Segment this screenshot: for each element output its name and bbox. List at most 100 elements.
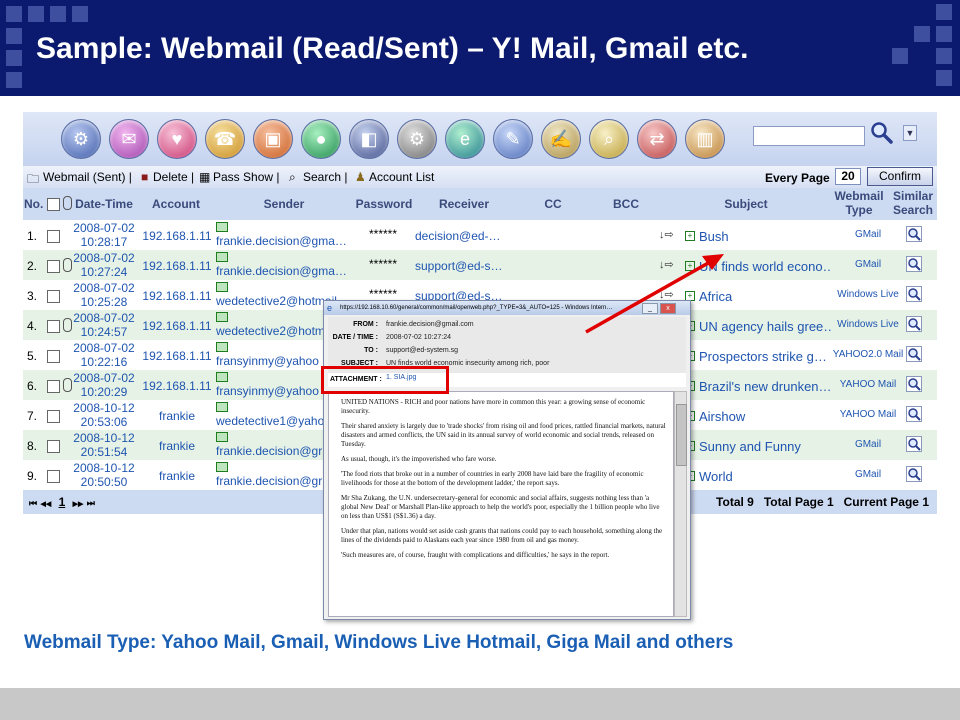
download-icon[interactable]: ↓⇨ — [659, 228, 674, 241]
row-subject[interactable]: UN agency hails gree… — [699, 319, 831, 334]
page-number-link[interactable]: 1 — [59, 495, 66, 509]
package-icon[interactable]: ▣ — [253, 119, 293, 159]
row-time: 10:28:17 — [80, 235, 128, 249]
last-page-icon[interactable]: ⏭ — [87, 498, 95, 508]
similar-search-icon[interactable] — [906, 466, 922, 482]
row-account[interactable]: 192.168.1.11 — [137, 229, 217, 243]
bar-chart-icon[interactable]: ▥ — [685, 119, 725, 159]
minimize-icon[interactable]: _ — [642, 303, 658, 314]
row-subject[interactable]: Africa — [699, 289, 831, 304]
header-no[interactable]: No. — [24, 197, 43, 211]
row-checkbox[interactable] — [47, 380, 60, 393]
computer-icon — [216, 222, 228, 232]
menu-pass-show[interactable]: Pass Show | — [213, 170, 279, 184]
window-titlebar[interactable]: e https://192.168.10.60/general/common/m… — [324, 301, 690, 315]
header-account[interactable]: Account — [141, 197, 211, 211]
row-subject[interactable]: Bush — [699, 229, 831, 244]
scrollbar[interactable] — [674, 391, 687, 617]
row-checkbox[interactable] — [47, 350, 60, 363]
header-subject[interactable]: Subject — [711, 197, 781, 211]
row-account[interactable]: 192.168.1.11 — [137, 259, 217, 273]
chat-icon[interactable]: ☎ — [205, 119, 245, 159]
row-subject[interactable]: World — [699, 469, 831, 484]
row-account[interactable]: 192.168.1.11 — [137, 349, 217, 363]
row-subject[interactable]: Airshow — [699, 409, 831, 424]
similar-search-icon[interactable] — [906, 436, 922, 452]
row-account[interactable]: 192.168.1.11 — [137, 289, 217, 303]
row-subject[interactable]: UN finds world econo… — [699, 259, 831, 274]
globe-icon[interactable]: ● — [301, 119, 341, 159]
close-icon[interactable]: x — [660, 303, 676, 314]
tools-icon[interactable]: ✎ — [493, 119, 533, 159]
similar-search-icon[interactable] — [906, 226, 922, 242]
row-checkbox[interactable] — [47, 320, 60, 333]
select-all-checkbox[interactable] — [47, 198, 60, 211]
similar-search-icon[interactable] — [906, 346, 922, 362]
row-checkbox[interactable] — [47, 470, 60, 483]
table-row[interactable]: 2. 2008-07-02 10:27:24 192.168.1.11 frankie.… — [23, 250, 937, 280]
every-page-input[interactable]: 20 — [835, 168, 861, 185]
similar-search-icon[interactable] — [906, 406, 922, 422]
lips-icon[interactable]: ♥ — [157, 119, 197, 159]
prev-page-icon[interactable]: ◀◀ — [40, 501, 51, 508]
expand-icon[interactable]: + — [685, 261, 695, 271]
notes-icon[interactable]: ✍ — [541, 119, 581, 159]
table-row[interactable]: 1. 2008-07-02 10:28:17 192.168.1.11 frankie.… — [23, 220, 937, 250]
row-date: 2008-07-02 — [73, 371, 135, 385]
row-checkbox[interactable] — [47, 440, 60, 453]
decor-square — [936, 4, 952, 20]
row-account[interactable]: frankie — [137, 469, 217, 483]
header-password[interactable]: Password — [349, 197, 419, 211]
row-number: 1. — [27, 229, 38, 243]
document-search-icon[interactable]: ⌕ — [589, 119, 629, 159]
scrollbar-thumb[interactable] — [676, 404, 687, 466]
header-webmail-type[interactable]: Webmail Type — [829, 189, 889, 217]
row-sender[interactable]: frankie.decision@gma… — [216, 234, 353, 248]
gear-icon[interactable]: ⚙ — [397, 119, 437, 159]
row-account[interactable]: 192.168.1.11 — [137, 379, 217, 393]
row-account[interactable]: 192.168.1.11 — [137, 319, 217, 333]
header-bcc[interactable]: BCC — [603, 197, 649, 211]
header-similar-search[interactable]: Similar Search — [889, 189, 937, 217]
row-subject[interactable]: Sunny and Funny — [699, 439, 831, 454]
key-icon: ▦ — [199, 170, 211, 184]
search-icon[interactable] — [869, 120, 893, 144]
menu-account-list[interactable]: Account List — [369, 170, 434, 184]
header-date-time[interactable]: Date-Time — [73, 197, 135, 211]
menu-webmail-sent[interactable]: Webmail (Sent) | — [43, 170, 132, 184]
people-icon: ♟ — [355, 170, 366, 184]
row-receiver[interactable]: support@ed-s… — [415, 259, 503, 273]
menu-delete[interactable]: Delete | — [153, 170, 194, 184]
row-checkbox[interactable] — [47, 290, 60, 303]
row-checkbox[interactable] — [47, 230, 60, 243]
header-receiver[interactable]: Receiver — [429, 197, 499, 211]
row-account[interactable]: frankie — [137, 439, 217, 453]
first-page-icon[interactable]: ⏮ — [29, 498, 37, 508]
chevron-down-icon[interactable]: ▼ — [903, 125, 917, 141]
row-checkbox[interactable] — [47, 260, 60, 273]
row-receiver[interactable]: decision@ed-… — [415, 229, 501, 243]
similar-search-icon[interactable] — [906, 316, 922, 332]
row-checkbox[interactable] — [47, 410, 60, 423]
similar-search-icon[interactable] — [906, 376, 922, 392]
users-icon[interactable]: ⚙ — [61, 119, 101, 159]
header-cc[interactable]: CC — [531, 197, 575, 211]
app-icon[interactable]: ◧ — [349, 119, 389, 159]
row-subject[interactable]: Prospectors strike g… — [699, 349, 831, 364]
mail-arrows-icon[interactable]: ⇄ — [637, 119, 677, 159]
confirm-button[interactable]: Confirm — [867, 167, 933, 186]
ie-icon[interactable]: e — [445, 119, 485, 159]
similar-search-icon[interactable] — [906, 256, 922, 272]
menu-search[interactable]: Search | — [303, 170, 347, 184]
expand-icon[interactable]: + — [685, 231, 695, 241]
row-subject[interactable]: Brazil's new drunken… — [699, 379, 831, 394]
download-icon[interactable]: ↓⇨ — [659, 258, 674, 271]
search-input[interactable] — [753, 126, 865, 146]
row-sender[interactable]: frankie.decision@gma… — [216, 264, 353, 278]
row-account[interactable]: frankie — [137, 409, 217, 423]
header-sender[interactable]: Sender — [249, 197, 319, 211]
mail-icon[interactable]: ✉ — [109, 119, 149, 159]
next-page-icon[interactable]: ▶▶ — [73, 501, 84, 508]
similar-search-icon[interactable] — [906, 286, 922, 302]
row-date: 2008-07-02 — [73, 341, 135, 355]
